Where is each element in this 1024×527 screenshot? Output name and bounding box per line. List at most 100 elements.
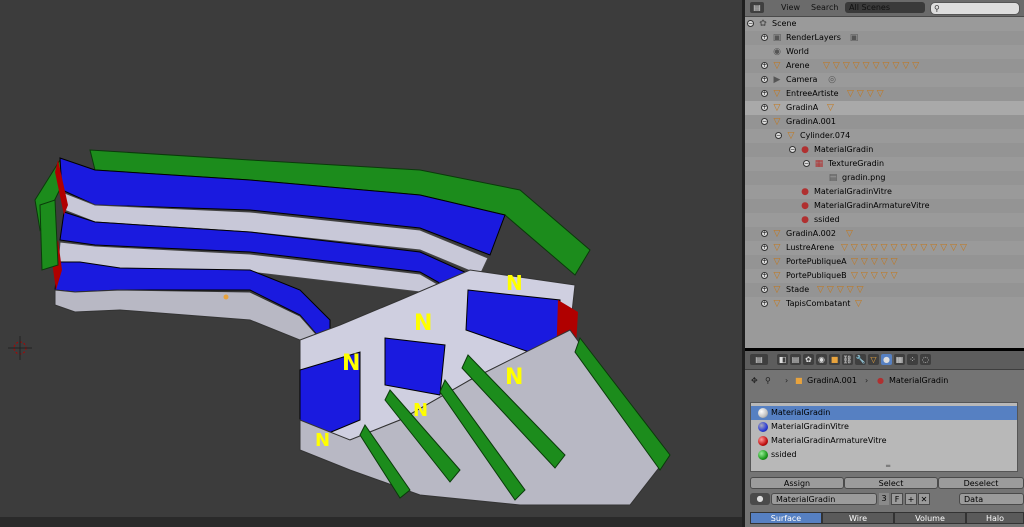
assign-button[interactable]: Assign <box>750 477 844 489</box>
collapse-icon[interactable]: − <box>803 160 810 167</box>
face-label: N <box>315 430 330 451</box>
render-tab-icon[interactable]: ◧ <box>777 354 788 365</box>
pin-icon[interactable]: ✥ <box>751 373 758 389</box>
mesh-icon: ▽ <box>773 243 781 253</box>
material-icon: ● <box>801 215 809 225</box>
link-select[interactable]: Data <box>959 493 1024 505</box>
breadcrumb: ✥ ⚲ › ■ GradinA.001 › ● MaterialGradin <box>745 373 1024 389</box>
editor-type-icon[interactable]: ▤ <box>750 354 768 365</box>
collapse-icon[interactable]: − <box>761 118 768 125</box>
face-label: N <box>506 271 523 295</box>
expand-icon[interactable]: + <box>761 104 768 111</box>
expand-icon[interactable]: + <box>761 62 768 69</box>
modifiers-tab-icon[interactable]: 🔧 <box>855 354 866 365</box>
expand-icon[interactable]: + <box>761 34 768 41</box>
deselect-button[interactable]: Deselect <box>938 477 1024 489</box>
expand-icon[interactable]: + <box>761 258 768 265</box>
physics-tab-icon[interactable]: ◌ <box>920 354 931 365</box>
tree-item[interactable]: − ✿ Scene <box>745 17 1024 31</box>
tree-item[interactable]: − ▦ TextureGradin <box>745 157 1024 171</box>
material-slot[interactable]: MaterialGradin <box>751 406 1017 420</box>
tree-item[interactable]: + ▽ GradinA.002 ▽ <box>745 227 1024 241</box>
tree-item[interactable]: ◉ World <box>745 45 1024 59</box>
scene-tab-icon[interactable]: ✿ <box>803 354 814 365</box>
tree-item[interactable]: ● MaterialGradinArmatureVitre <box>745 199 1024 213</box>
material-slot[interactable]: MaterialGradinVitre <box>751 420 1017 434</box>
tab-volume[interactable]: Volume <box>894 512 966 524</box>
object-tab-icon[interactable]: ■ <box>829 354 840 365</box>
particles-tab-icon[interactable]: ⁘ <box>907 354 918 365</box>
tree-item[interactable]: + ▶ Camera ◎ <box>745 73 1024 87</box>
tab-wire[interactable]: Wire <box>822 512 894 524</box>
material-icon: ● <box>801 187 809 197</box>
children-icons: ▽ <box>855 299 865 309</box>
world-icon: ◉ <box>773 47 781 57</box>
scene-icon: ✿ <box>759 19 767 29</box>
material-browse-button[interactable]: ● <box>750 493 770 505</box>
texture-icon: ▦ <box>814 159 824 169</box>
tree-item[interactable]: + ▽ TapisCombatant ▽ <box>745 297 1024 311</box>
collapse-icon[interactable]: − <box>775 132 782 139</box>
material-swatch <box>758 450 768 460</box>
material-slot[interactable]: MaterialGradinArmatureVitre <box>751 434 1017 448</box>
world-tab-icon[interactable]: ◉ <box>816 354 827 365</box>
mesh-icon: ▽ <box>773 285 781 295</box>
material-tab-icon[interactable]: ● <box>881 354 892 365</box>
tree-item[interactable]: − ● MaterialGradin <box>745 143 1024 157</box>
mesh-icon: ▽ <box>773 299 781 309</box>
menu-search[interactable]: Search <box>811 2 838 13</box>
texture-tab-icon[interactable]: ▦ <box>894 354 905 365</box>
tree-item[interactable]: + ▣ RenderLayers ▣ <box>745 31 1024 45</box>
tree-item[interactable]: + ▽ Arene ▽▽▽▽▽▽▽▽▽▽ <box>745 59 1024 73</box>
collapse-icon[interactable]: − <box>789 146 796 153</box>
add-material-icon[interactable]: + <box>905 493 917 505</box>
3d-viewport[interactable]: N N N N N N <box>0 0 742 527</box>
expand-icon[interactable]: + <box>761 230 768 237</box>
mesh-icon: ▽ <box>773 229 781 239</box>
children-icons: ▽▽▽▽▽ <box>851 257 901 267</box>
expand-icon[interactable]: + <box>761 286 768 293</box>
material-icon: ● <box>801 145 809 155</box>
tree-item[interactable]: + ▽ PortePubliqueA ▽▽▽▽▽ <box>745 255 1024 269</box>
expand-icon[interactable]: + <box>761 244 768 251</box>
unlink-icon[interactable]: ✕ <box>918 493 930 505</box>
tree-item[interactable]: − ▽ GradinA.001 <box>745 115 1024 129</box>
search-input[interactable]: ⚲ <box>930 2 1020 15</box>
outliner-header: ▤ View Search All Scenes ⚲ <box>745 0 1024 17</box>
tree-item[interactable]: + ▽ EntreeArtiste ▽▽▽▽ <box>745 87 1024 101</box>
constraints-tab-icon[interactable]: ⛓ <box>842 354 853 365</box>
material-slot[interactable]: ssided <box>751 448 1017 462</box>
collapse-icon[interactable]: − <box>747 20 754 27</box>
face-label: N <box>342 351 360 376</box>
fake-user-toggle[interactable]: F <box>891 493 903 505</box>
tab-halo[interactable]: Halo <box>966 512 1024 524</box>
tree-item[interactable]: + ▽ LustreArene ▽▽▽▽▽▽▽▽▽▽▽▽▽ <box>745 241 1024 255</box>
select-button[interactable]: Select <box>844 477 938 489</box>
tree-item[interactable]: − ▽ Cylinder.074 <box>745 129 1024 143</box>
menu-view[interactable]: View <box>781 2 800 13</box>
material-swatch <box>758 408 768 418</box>
user-count[interactable]: 3 <box>879 493 889 505</box>
tree-item[interactable]: + ▽ PortePubliqueB ▽▽▽▽▽ <box>745 269 1024 283</box>
tree-item[interactable]: + ▽ GradinA ▽ <box>745 101 1024 115</box>
tree-item[interactable]: ● MaterialGradinVitre <box>745 185 1024 199</box>
renderlayers-tab-icon[interactable]: ▤ <box>790 354 801 365</box>
tree-item[interactable]: ● ssided <box>745 213 1024 227</box>
data-tab-icon[interactable]: ▽ <box>868 354 879 365</box>
editor-type-icon[interactable]: ▤ <box>750 2 764 13</box>
arena-model-render: N N N N N N <box>8 149 671 506</box>
face-label: N <box>413 400 428 421</box>
tree-item[interactable]: ▤ gradin.png <box>745 171 1024 185</box>
expand-icon[interactable]: + <box>761 76 768 83</box>
expand-icon[interactable]: + <box>761 272 768 279</box>
tree-item[interactable]: + ▽ Stade ▽▽▽▽▽ <box>745 283 1024 297</box>
expand-icon[interactable]: + <box>761 90 768 97</box>
properties-toolbar: ▤ ◧ ▤ ✿ ◉ ■ ⛓ 🔧 ▽ ● ▦ ⁘ ◌ <box>745 351 1024 370</box>
resize-handle-icon[interactable]: ═ <box>886 462 890 470</box>
expand-icon[interactable]: + <box>761 300 768 307</box>
material-name-field[interactable]: MaterialGradin <box>771 493 877 505</box>
material-slot-list[interactable]: MaterialGradin MaterialGradinVitre Mater… <box>750 402 1018 472</box>
display-mode-select[interactable]: All Scenes <box>845 2 925 13</box>
tab-surface[interactable]: Surface <box>750 512 822 524</box>
children-icons: ▽▽▽▽▽ <box>817 285 867 295</box>
